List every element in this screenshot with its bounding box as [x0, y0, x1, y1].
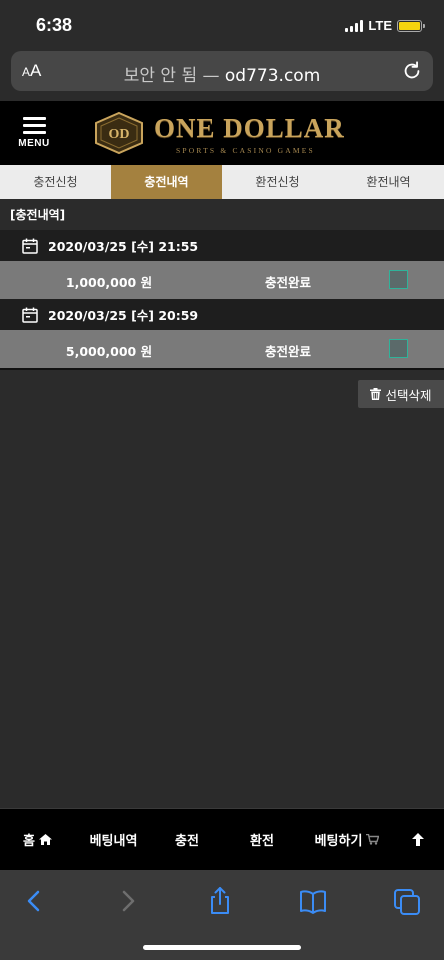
nav-betting-label: 베팅하기 [314, 834, 363, 849]
battery-icon [397, 19, 425, 32]
bottom-nav: 홈 베팅내역 충전 환전 베팅하기 [0, 808, 444, 870]
logo-title: ONE DOLLAR [154, 113, 345, 143]
menu-label: MENU [18, 138, 50, 149]
home-icon [38, 834, 52, 845]
record-status: 충전완료 [264, 344, 311, 359]
reload-icon[interactable] [401, 60, 423, 82]
nav-bet-history[interactable]: 베팅내역 [75, 830, 152, 849]
record-checkbox[interactable] [389, 339, 408, 358]
logo-emblem-icon: OD [95, 111, 143, 155]
charge-history-list: 2020/03/25 [수] 21:55 1,000,000 원 충전완료 20… [0, 230, 444, 370]
scroll-top-button[interactable] [392, 833, 444, 846]
hamburger-icon [14, 117, 54, 134]
bookmarks-icon[interactable] [298, 886, 328, 916]
delete-selected-label: 선택삭제 [385, 387, 432, 403]
status-bar: 6:38 LTE [0, 0, 444, 50]
share-icon[interactable] [205, 886, 235, 916]
record-amount: 5,000,000 원 [65, 344, 153, 359]
status-time: 6:38 [36, 15, 73, 35]
site-logo[interactable]: OD ONE DOLLAR SPORTS & CASINO GAMES [92, 109, 354, 157]
record-checkbox[interactable] [389, 270, 408, 289]
logo-subtitle: SPORTS & CASINO GAMES [176, 146, 315, 155]
tabs-icon[interactable] [392, 886, 422, 916]
site-header: MENU OD ONE DOLLAR SPORTS & CASINO GAMES [0, 101, 444, 165]
section-title: [충전내역] [10, 208, 66, 222]
nav-exchange[interactable]: 환전 [222, 830, 302, 849]
trash-icon [370, 388, 382, 400]
record-row: 5,000,000 원 충전완료 [0, 330, 444, 368]
delete-selected-button[interactable]: 선택삭제 [358, 380, 444, 408]
svg-text:OD: OD [109, 127, 130, 142]
menu-button[interactable]: MENU [14, 117, 54, 161]
arrow-up-icon [412, 833, 424, 846]
record-row: 1,000,000 원 충전완료 [0, 261, 444, 299]
nav-betting[interactable]: 베팅하기 [302, 830, 392, 849]
calendar-icon [22, 307, 38, 323]
forward-icon[interactable] [112, 886, 142, 916]
record-date-header: 2020/03/25 [수] 20:59 [0, 299, 444, 330]
back-icon[interactable] [20, 886, 50, 916]
cart-icon [366, 834, 380, 845]
tab-exchange-history[interactable]: 환전내역 [333, 165, 444, 199]
calendar-icon [22, 238, 38, 254]
tab-exchange-request[interactable]: 환전신청 [222, 165, 333, 199]
domain-label: od773.com [224, 66, 321, 86]
divider [0, 368, 444, 370]
nav-charge[interactable]: 충전 [152, 830, 222, 849]
record-date-header: 2020/03/25 [수] 21:55 [0, 230, 444, 261]
record-datetime: 2020/03/25 [수] 21:55 [48, 239, 199, 254]
url-text[interactable]: 보안 안 됨 — od773.com [11, 61, 433, 86]
nav-home[interactable]: 홈 [0, 830, 75, 849]
nav-home-label: 홈 [23, 834, 35, 849]
record-status: 충전완료 [264, 275, 311, 290]
record-amount: 1,000,000 원 [65, 275, 153, 290]
record-datetime: 2020/03/25 [수] 20:59 [48, 308, 199, 323]
tab-charge-history[interactable]: 충전내역 [111, 165, 222, 199]
status-indicators: LTE [345, 18, 425, 33]
address-bar[interactable]: AA 보안 안 됨 — od773.com [11, 51, 433, 91]
tab-bar: 충전신청 충전내역 환전신청 환전내역 [0, 165, 444, 199]
tab-charge-request[interactable]: 충전신청 [0, 165, 111, 199]
security-label: 보안 안 됨 [123, 66, 198, 86]
home-indicator[interactable] [143, 945, 301, 950]
network-label: LTE [368, 18, 392, 33]
signal-icon [345, 19, 364, 32]
